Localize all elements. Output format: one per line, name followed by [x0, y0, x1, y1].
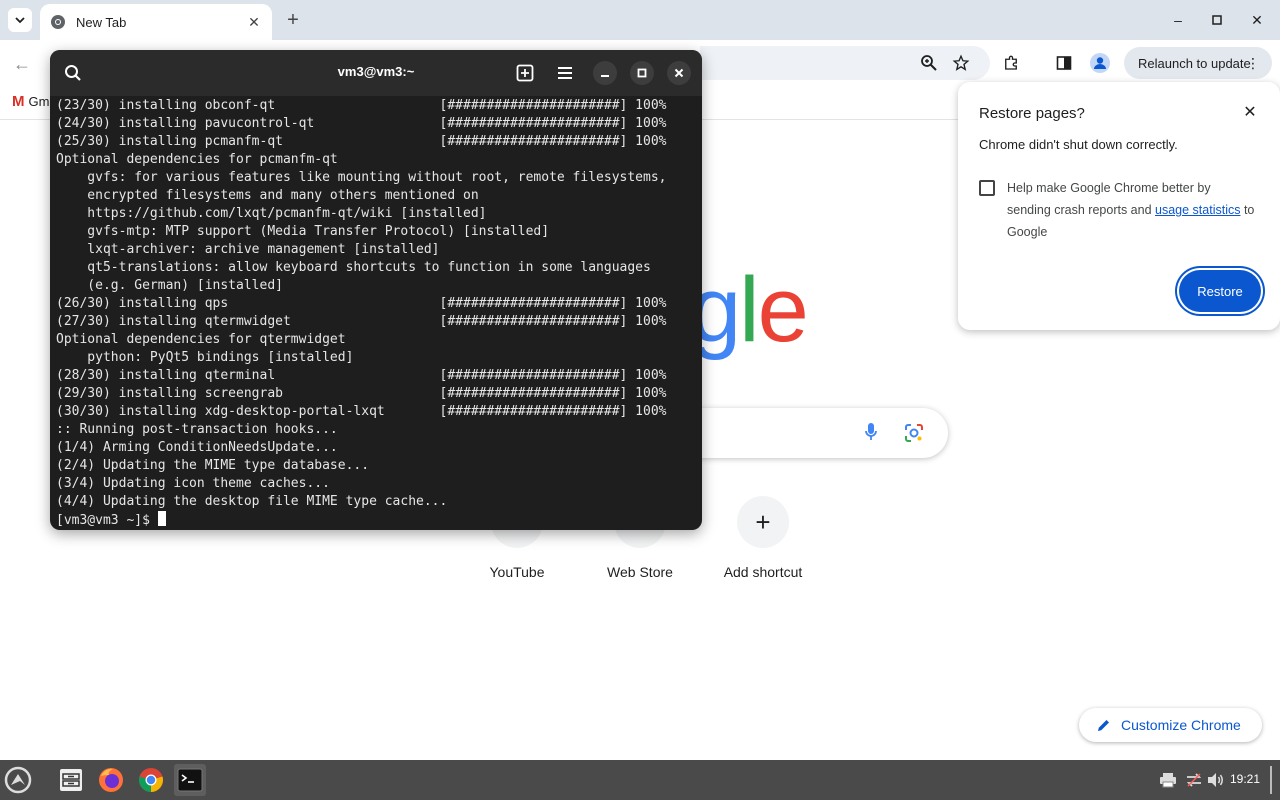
maximize-icon[interactable] [1207, 10, 1227, 30]
terminal-line: (24/30) installing pavucontrol-qt [#####… [56, 116, 667, 131]
chrome-icon[interactable] [135, 764, 167, 796]
volume-icon[interactable] [1206, 770, 1226, 790]
terminal-line: (4/4) Updating the desktop file MIME typ… [56, 494, 448, 509]
new-tab-button[interactable]: + [282, 9, 304, 31]
tab-new-tab[interactable]: New Tab ✕ [40, 4, 272, 40]
show-desktop-handle[interactable] [1270, 766, 1272, 794]
app-launcher-icon[interactable] [2, 764, 34, 796]
bookmark-gmail-label: Gm [28, 94, 50, 109]
window-close-icon[interactable]: ✕ [1247, 10, 1267, 30]
network-icon[interactable] [1184, 770, 1204, 790]
restore-pages-dialog: Restore pages? ✕ Chrome didn't shut down… [958, 82, 1280, 330]
restore-button[interactable]: Restore [1179, 270, 1261, 312]
more-menu-icon[interactable]: ⋮ [1246, 55, 1260, 72]
firefox-icon[interactable] [95, 764, 127, 796]
side-panel-icon[interactable] [1052, 51, 1076, 75]
terminal-line: (30/30) installing xdg-desktop-portal-lx… [56, 404, 667, 419]
microphone-icon[interactable] [864, 422, 878, 447]
close-icon[interactable] [667, 61, 691, 85]
terminal-window[interactable]: vm3@vm3:~ (23/30) installing obconf-qt [… [50, 50, 702, 530]
terminal-line: (26/30) installing qps [################… [56, 296, 667, 311]
terminal-line: (25/30) installing pcmanfm-qt [#########… [56, 134, 667, 149]
terminal-line: Optional dependencies for pcmanfm-qt [56, 152, 338, 167]
terminal-line: (3/4) Updating icon theme caches... [56, 476, 330, 491]
dialog-message: Chrome didn't shut down correctly. [979, 137, 1178, 152]
extensions-icon[interactable] [999, 51, 1023, 75]
terminal-prompt[interactable]: [vm3@vm3 ~]$ [56, 511, 696, 530]
close-icon[interactable]: ✕ [1241, 103, 1259, 121]
terminal-line: lxqt-archiver: archive management [insta… [56, 242, 440, 257]
pencil-icon [1098, 720, 1109, 731]
terminal-line: (e.g. German) [installed] [56, 278, 283, 293]
bookmark-star-icon[interactable] [949, 51, 973, 75]
shortcut-label: YouTube [489, 564, 545, 580]
zoom-icon[interactable] [917, 51, 941, 75]
terminal-line: (1/4) Arming ConditionNeedsUpdate... [56, 440, 338, 455]
google-lens-icon[interactable] [904, 423, 924, 448]
minimize-icon[interactable] [593, 61, 617, 85]
logo-letter-l: l [739, 259, 760, 361]
terminal-line: https://github.com/lxqt/pcmanfm-qt/wiki … [56, 206, 487, 221]
profile-avatar-icon[interactable] [1088, 51, 1112, 75]
terminal-line: gvfs-mtp: MTP support (Media Transfer Pr… [56, 224, 550, 239]
terminal-line: (29/30) installing screengrab [#########… [56, 386, 667, 401]
google-logo: gle [690, 258, 809, 363]
terminal-titlebar[interactable]: vm3@vm3:~ [50, 50, 702, 96]
chevron-down-icon [15, 17, 25, 24]
chrome-favicon-icon [51, 15, 65, 29]
customize-chrome-button[interactable]: Customize Chrome [1079, 708, 1262, 742]
shortcut-add[interactable]: + Add shortcut [707, 496, 819, 580]
crash-report-checkbox[interactable] [979, 180, 995, 196]
terminal-line: (2/4) Updating the MIME type database... [56, 458, 370, 473]
terminal-output[interactable]: (23/30) installing obconf-qt [##########… [56, 97, 696, 530]
plus-icon: + [737, 496, 789, 548]
terminal-line: gvfs: for various features like mounting… [56, 170, 667, 185]
gmail-icon: M [12, 93, 25, 110]
prompt-text: [vm3@vm3 ~]$ [56, 513, 158, 528]
minimize-icon[interactable]: – [1168, 10, 1188, 30]
terminal-line: (28/30) installing qterminal [##########… [56, 368, 667, 383]
terminal-line: :: Running post-transaction hooks... [56, 422, 338, 437]
terminal-line: (27/30) installing qtermwidget [########… [56, 314, 667, 329]
bookmark-gmail[interactable]: M Gm [12, 93, 49, 110]
printer-icon[interactable] [1158, 770, 1178, 790]
clock: 19:21 [1230, 772, 1261, 786]
crash-report-help-text: Help make Google Chrome better by sendin… [1007, 177, 1257, 243]
file-manager-icon[interactable] [55, 764, 87, 796]
terminal-line: encrypted filesystems and many others me… [56, 188, 479, 203]
back-arrow-icon[interactable]: ← [10, 52, 34, 76]
terminal-line: Optional dependencies for qtermwidget [56, 332, 346, 347]
new-tab-icon[interactable] [513, 61, 537, 85]
terminal-line: qt5-translations: allow keyboard shortcu… [56, 260, 651, 275]
usage-statistics-link[interactable]: usage statistics [1155, 203, 1240, 217]
maximize-icon[interactable] [630, 61, 654, 85]
terminal-icon[interactable] [174, 764, 206, 796]
relaunch-to-update-button[interactable]: Relaunch to update ⋮ [1124, 47, 1272, 79]
text-cursor [157, 511, 166, 526]
shortcut-label: Add shortcut [723, 564, 803, 580]
terminal-line: (23/30) installing obconf-qt [##########… [56, 98, 667, 113]
dialog-title: Restore pages? [979, 105, 1085, 122]
logo-letter-e: e [757, 259, 809, 361]
relaunch-label: Relaunch to update [1138, 55, 1251, 71]
taskbar: 19:21 [0, 760, 1280, 800]
tab-search-button[interactable] [8, 8, 32, 32]
omnibox[interactable] [700, 46, 990, 80]
terminal-line: python: PyQt5 bindings [installed] [56, 350, 354, 365]
tab-title: New Tab [76, 14, 127, 30]
tab-close-icon[interactable]: ✕ [246, 14, 262, 30]
chrome-tab-strip: New Tab ✕ + – ✕ [0, 0, 1280, 40]
hamburger-menu-icon[interactable] [553, 61, 577, 85]
customize-label: Customize Chrome [1121, 717, 1241, 733]
shortcut-label: Web Store [607, 564, 673, 580]
